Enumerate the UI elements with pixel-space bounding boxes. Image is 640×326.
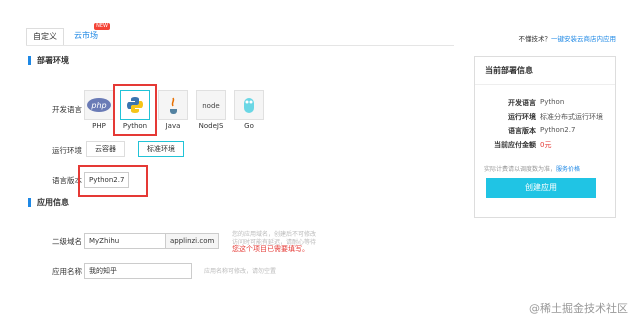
version-label: 语言版本 [52,176,82,185]
nodejs-icon: node [196,90,226,120]
tab-cloud-market[interactable]: 云市场 NEW [68,23,110,44]
version-select[interactable]: Python2.7 [84,172,130,188]
language-option-java[interactable]: Java [158,90,188,130]
tab-divider [26,45,454,46]
go-icon [234,90,264,120]
domain-suffix: applinzi.com [165,233,220,249]
tab-custom[interactable]: 自定义 [26,28,64,45]
lang-label: 开发语言 [52,105,82,114]
java-icon [158,90,188,120]
watermark: @稀土掘金技术社区 [529,302,628,315]
pricing-link[interactable]: 服务价格 [556,166,580,173]
annotation-text: 您这个项目已需要填写。 [232,245,309,253]
summary-title: 当前部署信息 [475,57,615,85]
language-option-go[interactable]: Go [234,90,264,130]
deploy-section-title: 部署环境 [28,56,69,65]
notice-text: 不懂技术？ [518,35,552,43]
domain-input[interactable]: MyZhihu [84,233,166,249]
create-app-button[interactable]: 创建应用 [486,178,596,198]
lang-name-php: PHP [92,122,106,130]
lang-name-python: Python [122,122,148,130]
name-label: 应用名称 [52,267,82,276]
pricing-note: 实际计费请以调度数为准，服务价格 [484,164,580,173]
app-section-title: 应用信息 [28,198,69,207]
language-option-php[interactable]: php PHP [84,90,114,130]
new-badge: NEW [94,23,110,30]
language-option-python[interactable]: Python [120,90,150,130]
env-option-standard[interactable]: 标准环境 [138,141,184,157]
summary-rows: 开发语言 Python 运行环境 标准分布式运行环境 语言版本 Python2.7 当… [494,98,603,149]
lang-name-java: Java [165,122,181,130]
env-label: 运行环境 [52,146,82,155]
language-option-nodejs[interactable]: node NodeJS [196,90,226,130]
lang-name-go: Go [244,122,254,130]
env-option-container[interactable]: 云容器 [86,141,125,157]
install-notice: 不懂技术？一键安装云商店内应用 [519,33,617,43]
domain-label: 二级域名 [52,237,82,246]
pricing-text: 实际计费请以调度数为准， [484,166,557,173]
tab-cloud-market-label: 云市场 [74,31,98,40]
svg-text:node: node [202,102,219,110]
python-icon [120,90,150,120]
php-icon: php [84,90,114,120]
tab-bar: 自定义 云市场 NEW [26,23,110,46]
one-click-install-link[interactable]: 一键安装云商店内应用 [551,35,616,43]
app-name-input[interactable]: 我的知乎 [84,263,192,279]
name-hint: 应用名称可修改，请勿空置 [204,268,277,275]
svg-text:php: php [90,101,106,110]
lang-name-nodejs: NodeJS [198,122,224,130]
